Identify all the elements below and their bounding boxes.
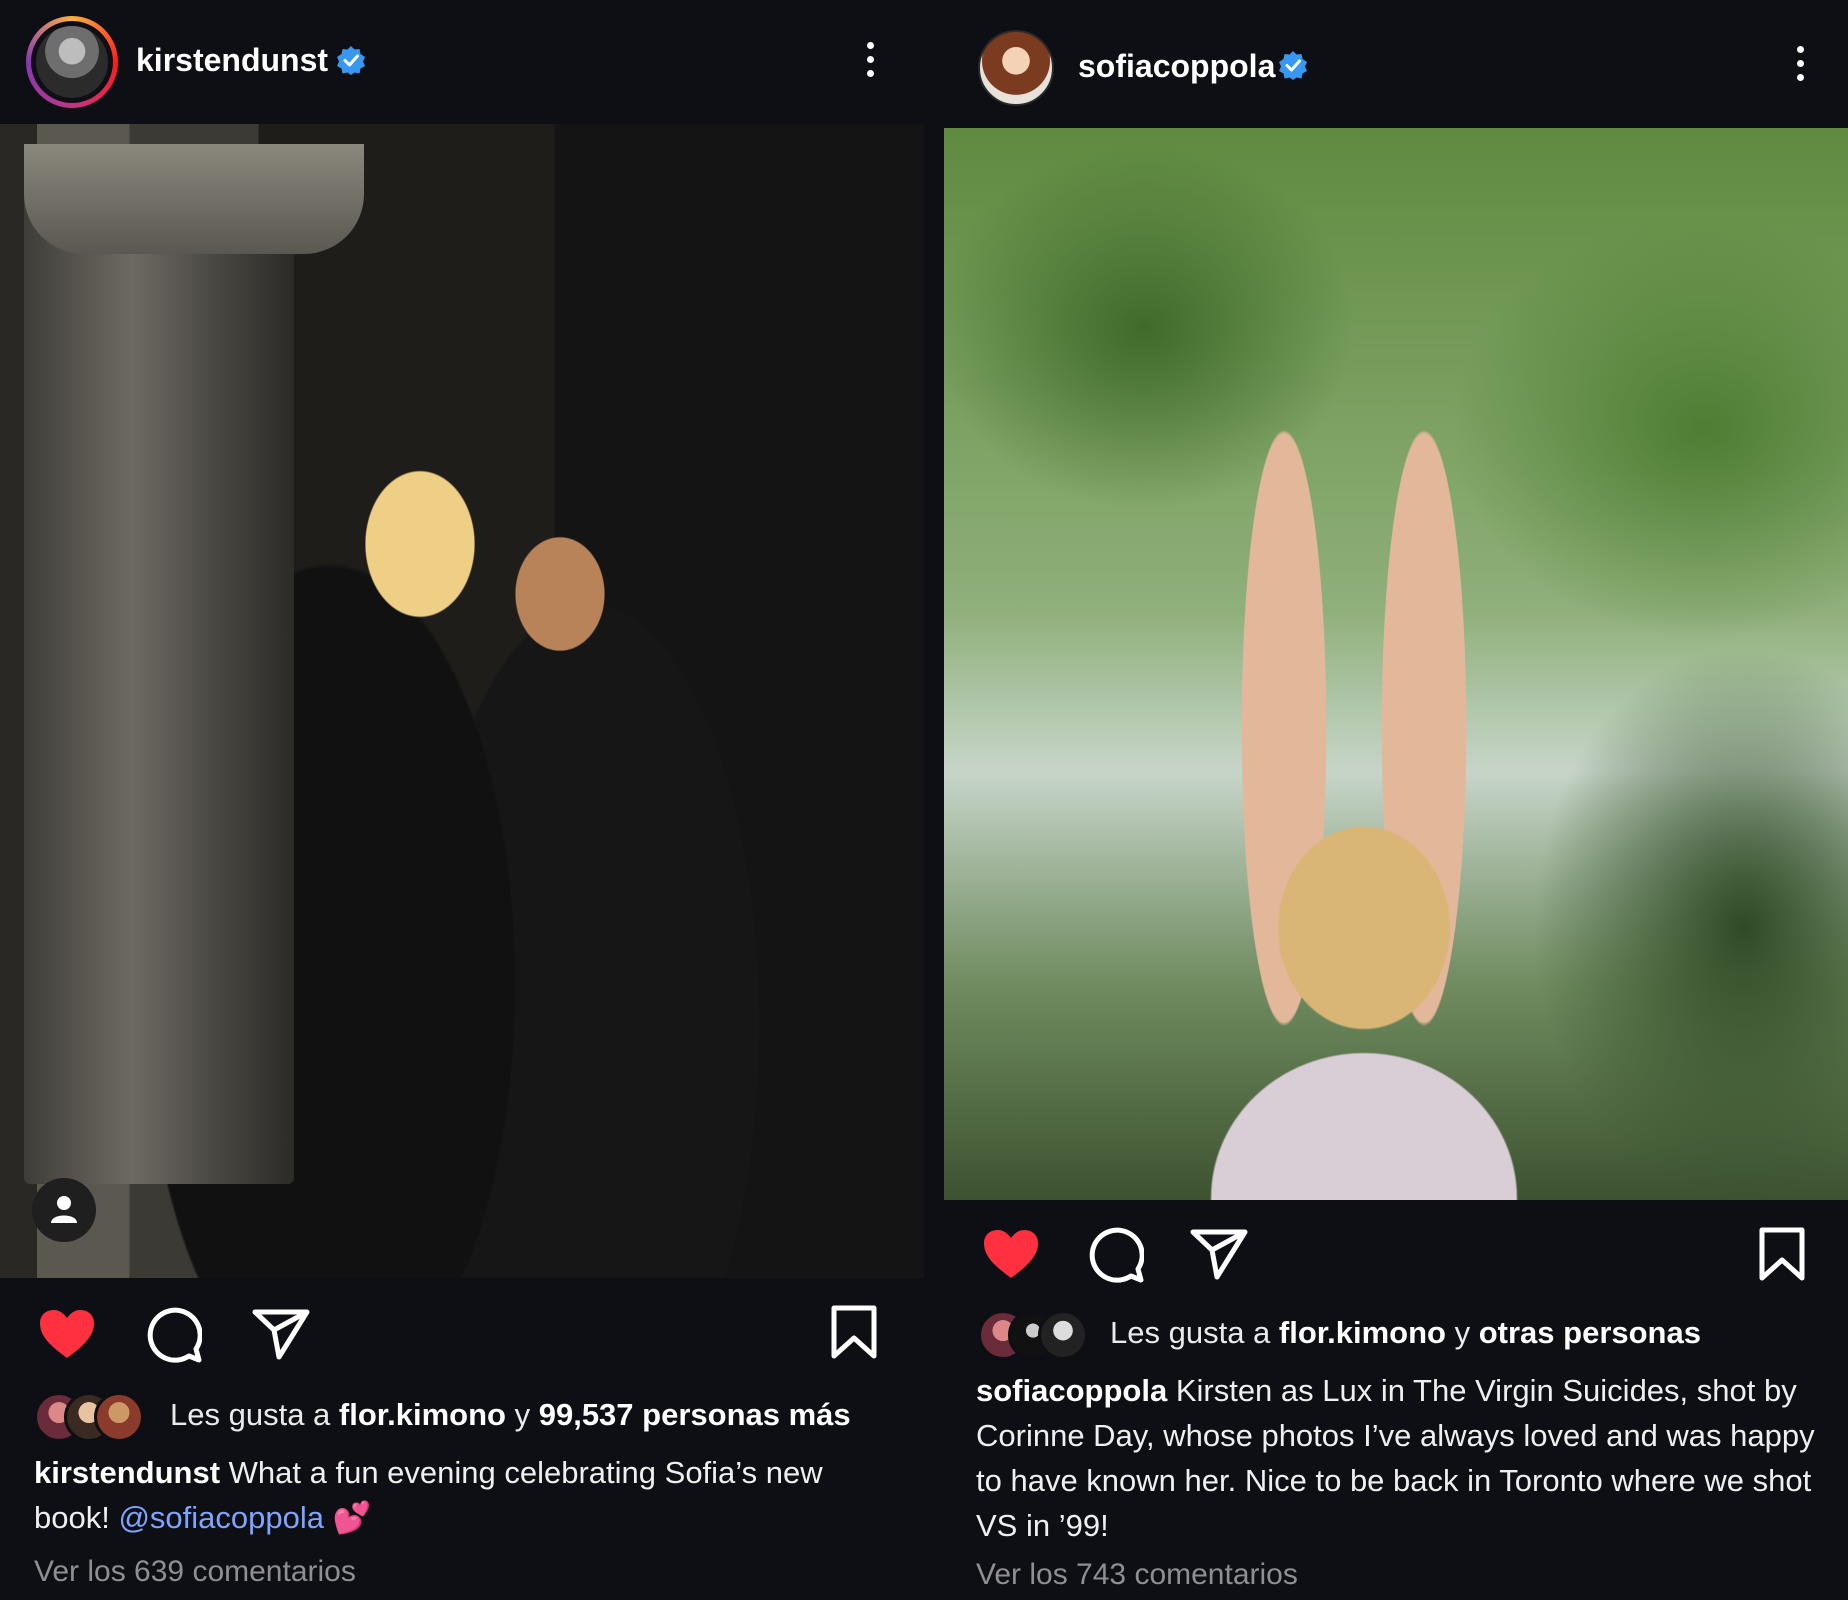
liked-by-avatars[interactable] bbox=[978, 1310, 1098, 1360]
post-image[interactable] bbox=[944, 128, 1848, 1200]
share-icon[interactable] bbox=[1190, 1228, 1248, 1280]
liked-by-user[interactable]: flor.kimono bbox=[1279, 1315, 1446, 1350]
post-sofiacoppola: sofiacoppola Les gusta a flor.kimono y o… bbox=[944, 0, 1848, 1600]
caption-mention[interactable]: @sofiacoppola bbox=[118, 1500, 324, 1535]
likes-joiner: y bbox=[505, 1397, 539, 1432]
likes-prefix: Les gusta a bbox=[1110, 1315, 1279, 1350]
liked-by-avatars[interactable] bbox=[34, 1392, 154, 1442]
bookmark-icon[interactable] bbox=[1758, 1226, 1806, 1282]
liked-by-user[interactable]: flor.kimono bbox=[339, 1397, 506, 1432]
story-avatar[interactable] bbox=[26, 16, 118, 108]
comment-icon[interactable] bbox=[144, 1306, 202, 1364]
post-header: kirstendunst bbox=[0, 0, 924, 124]
view-comments-link[interactable]: Ver los 743 comentarios bbox=[976, 1558, 1298, 1592]
heart-icon[interactable] bbox=[38, 1308, 96, 1360]
username[interactable]: sofiacoppola bbox=[1078, 48, 1275, 85]
likes-summary[interactable]: Les gusta a flor.kimono y 99,537 persona… bbox=[170, 1397, 851, 1433]
post-caption: kirstendunst What a fun evening celebrat… bbox=[34, 1450, 894, 1540]
verified-icon bbox=[337, 46, 365, 75]
likes-joiner: y bbox=[1445, 1315, 1479, 1350]
user-avatar[interactable] bbox=[978, 30, 1054, 106]
view-comments-link[interactable]: Ver los 639 comentarios bbox=[34, 1555, 356, 1589]
likes-summary[interactable]: Les gusta a flor.kimono y otras personas bbox=[1110, 1315, 1701, 1351]
post-kirstendunst: kirstendunst Les gusta a flor.kimono y 9… bbox=[0, 0, 924, 1600]
heart-icon[interactable] bbox=[982, 1228, 1040, 1280]
likes-prefix: Les gusta a bbox=[170, 1397, 339, 1432]
post-caption: sofiacoppola Kirsten as Lux in The Virgi… bbox=[976, 1368, 1816, 1548]
caption-username[interactable]: kirstendunst bbox=[34, 1455, 220, 1490]
comment-icon[interactable] bbox=[1086, 1226, 1144, 1284]
more-options-icon[interactable] bbox=[864, 42, 876, 82]
likes-others[interactable]: otras personas bbox=[1479, 1315, 1701, 1350]
bookmark-icon[interactable] bbox=[830, 1304, 878, 1360]
verified-icon bbox=[1279, 51, 1307, 80]
more-options-icon[interactable] bbox=[1794, 46, 1806, 86]
share-icon[interactable] bbox=[252, 1308, 310, 1360]
heart-emoji-icon: 💕 bbox=[332, 1500, 372, 1535]
likes-count[interactable]: 99,537 personas más bbox=[539, 1397, 851, 1432]
post-header: sofiacoppola bbox=[944, 0, 1848, 124]
tagged-user-icon[interactable] bbox=[32, 1178, 96, 1242]
username[interactable]: kirstendunst bbox=[136, 42, 328, 79]
post-image[interactable] bbox=[0, 124, 924, 1278]
caption-username[interactable]: sofiacoppola bbox=[976, 1373, 1167, 1408]
